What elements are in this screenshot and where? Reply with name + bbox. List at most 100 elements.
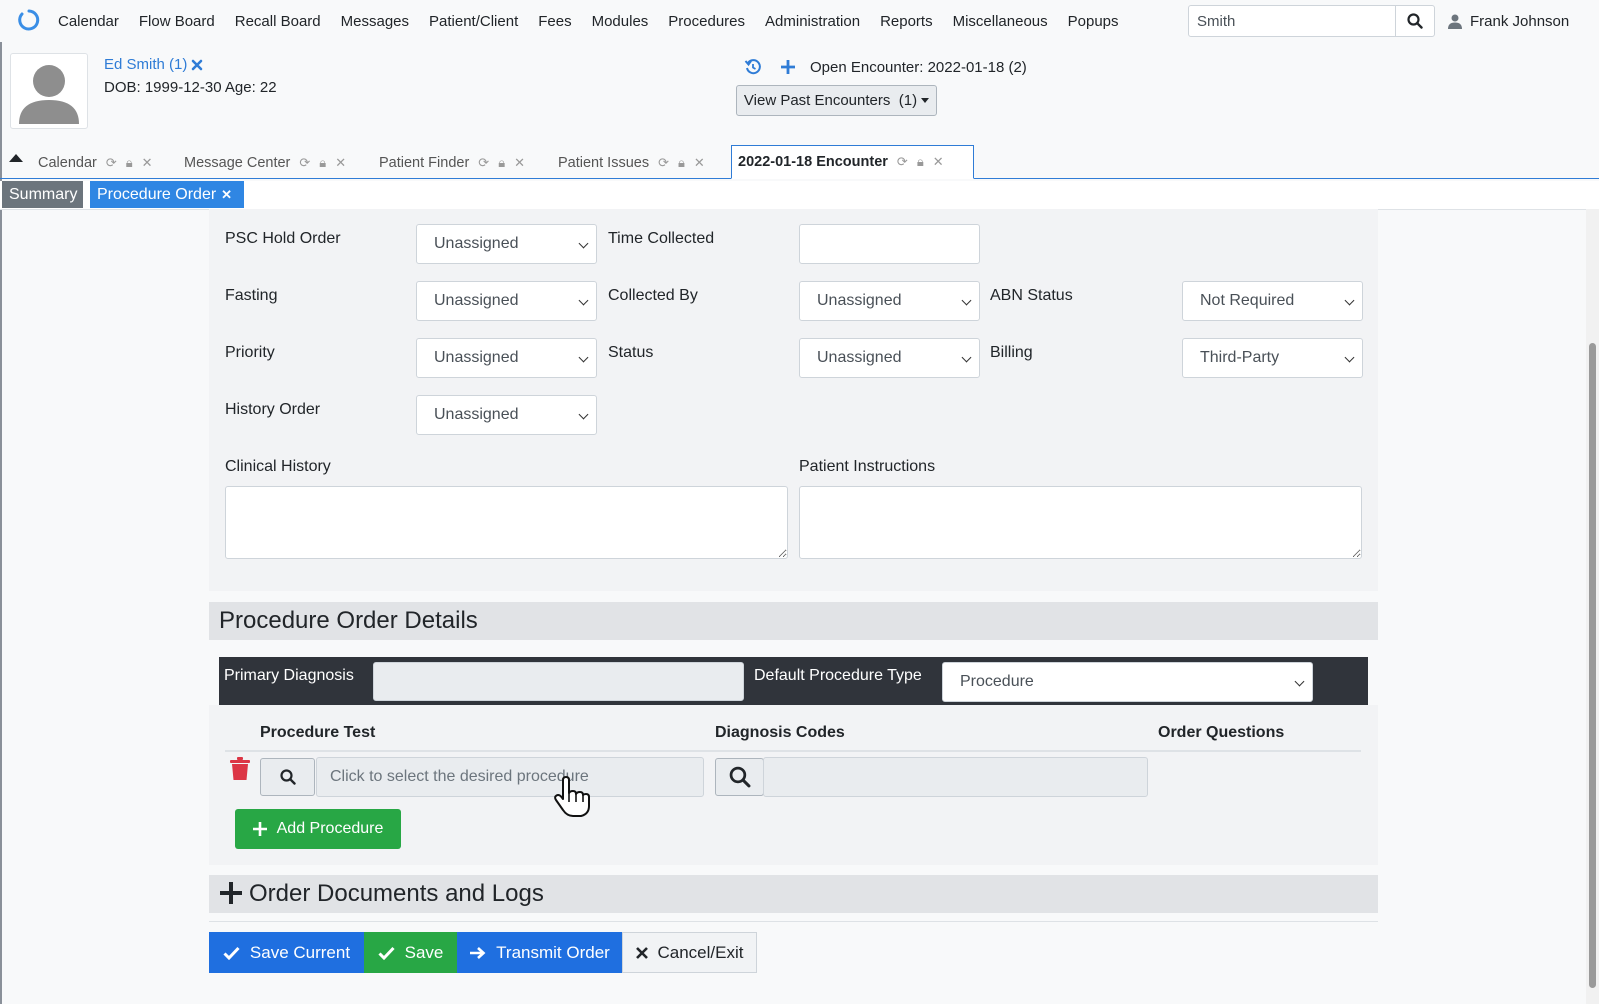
abn-status-select[interactable]: Not Required (1182, 281, 1363, 321)
time-collected-input[interactable] (799, 224, 980, 264)
refresh-icon[interactable]: ⟳ (897, 154, 908, 170)
lock-icon[interactable]: 🔒︎ (126, 155, 133, 171)
nav-popups[interactable]: Popups (1068, 13, 1119, 30)
transmit-order-label: Transmit Order (496, 942, 610, 962)
top-navbar: Calendar Flow Board Recall Board Message… (0, 0, 1599, 42)
tab-patient-finder[interactable]: Patient Finder ⟳ 🔒︎ ✕ (379, 152, 525, 174)
nav-fees[interactable]: Fees (538, 13, 571, 30)
expand-plus-icon[interactable] (220, 882, 242, 904)
nav-miscellaneous[interactable]: Miscellaneous (953, 13, 1048, 30)
select-value: Unassigned (817, 349, 902, 366)
add-procedure-button[interactable]: Add Procedure (235, 809, 401, 849)
cancel-exit-button[interactable]: Cancel/Exit (622, 932, 757, 973)
tab-message-center[interactable]: Message Center ⟳ 🔒︎ ✕ (184, 152, 346, 174)
patient-instructions-label: Patient Instructions (799, 458, 936, 475)
patient-search-input[interactable] (1189, 6, 1396, 36)
save-button[interactable]: Save (364, 932, 457, 973)
patient-name-link[interactable]: Ed Smith (1) (104, 56, 203, 73)
close-icon[interactable]: ✕ (933, 154, 944, 170)
fasting-select[interactable]: Unassigned (416, 281, 597, 321)
refresh-icon[interactable]: ⟳ (299, 155, 310, 171)
view-past-encounters-button[interactable]: View Past Encounters (1) (736, 85, 937, 116)
tab-encounter[interactable]: 2022-01-18 Encounter ⟳ 🔒︎ ✕ (731, 145, 974, 179)
priority-select[interactable]: Unassigned (416, 338, 597, 378)
check-icon (223, 946, 240, 960)
select-value: Unassigned (434, 406, 519, 423)
user-name: Frank Johnson (1470, 12, 1570, 30)
close-patient-icon[interactable] (191, 59, 203, 71)
primary-diagnosis-input[interactable] (373, 662, 744, 701)
history-icon[interactable] (744, 58, 762, 76)
chevron-down-icon (578, 409, 589, 420)
close-subtab-icon[interactable]: ✕ (221, 187, 232, 203)
close-icon[interactable]: ✕ (694, 155, 705, 171)
procedure-order-details-title: Procedure Order Details (219, 607, 478, 634)
nav-recall-board[interactable]: Recall Board (235, 13, 321, 30)
patient-instructions-textarea[interactable] (799, 486, 1362, 559)
nav-calendar[interactable]: Calendar (58, 13, 119, 30)
refresh-icon[interactable]: ⟳ (658, 155, 669, 171)
close-icon[interactable]: ✕ (514, 155, 525, 171)
diagnosis-codes-input[interactable] (763, 757, 1148, 797)
nav-reports[interactable]: Reports (880, 13, 933, 30)
table-header-divider (225, 750, 1361, 752)
plus-icon (252, 822, 267, 836)
default-procedure-type-select[interactable]: Procedure (942, 662, 1313, 702)
psc-hold-order-select[interactable]: Unassigned (416, 224, 597, 264)
lock-icon[interactable]: 🔒︎ (917, 154, 924, 170)
tab-patient-issues[interactable]: Patient Issues ⟳ 🔒︎ ✕ (558, 152, 705, 174)
diagnosis-search-button[interactable] (715, 758, 764, 796)
nav-procedures[interactable]: Procedures (668, 13, 745, 30)
chevron-down-icon (1344, 295, 1355, 306)
patient-search-button[interactable] (1395, 6, 1434, 36)
lock-icon[interactable]: 🔒︎ (319, 155, 326, 171)
nav-modules[interactable]: Modules (592, 13, 649, 30)
close-icon[interactable]: ✕ (335, 155, 346, 171)
nav-messages[interactable]: Messages (341, 13, 409, 30)
trash-icon[interactable] (229, 757, 251, 781)
nav-administration[interactable]: Administration (765, 13, 860, 30)
search-icon (279, 769, 296, 785)
past-encounters-label: View Past Encounters (743, 92, 891, 109)
tab-calendar[interactable]: Calendar ⟳ 🔒︎ ✕ (38, 152, 153, 174)
page-scrollbar-thumb[interactable] (1589, 343, 1596, 988)
save-current-button[interactable]: Save Current (209, 932, 364, 973)
fasting-label: Fasting (225, 287, 278, 304)
new-encounter-plus-icon[interactable] (780, 59, 796, 75)
select-value: Unassigned (817, 292, 902, 309)
close-icon[interactable]: ✕ (142, 155, 153, 171)
chevron-down-icon (578, 238, 589, 249)
openemr-logo-icon[interactable] (16, 7, 42, 33)
chevron-down-icon (1344, 352, 1355, 363)
refresh-icon[interactable]: ⟳ (478, 155, 489, 171)
encounter-actions (744, 58, 796, 76)
collected-by-select[interactable]: Unassigned (799, 281, 980, 321)
collapse-header-icon[interactable] (9, 154, 23, 162)
nav-flow-board[interactable]: Flow Board (139, 13, 215, 30)
user-menu[interactable]: Frank Johnson (1448, 0, 1569, 42)
subtab-summary[interactable]: Summary (2, 181, 83, 208)
tab-label: Patient Issues (558, 155, 650, 171)
collected-by-label: Collected By (608, 287, 698, 304)
status-select[interactable]: Unassigned (799, 338, 980, 378)
procedure-test-input[interactable]: Click to select the desired procedure (316, 757, 704, 797)
lock-icon[interactable]: 🔒︎ (678, 155, 685, 171)
lock-icon[interactable]: 🔒︎ (498, 155, 505, 171)
tab-label: Calendar (38, 155, 97, 171)
nav-patient-client[interactable]: Patient/Client (429, 13, 518, 30)
procedure-search-button[interactable] (260, 758, 315, 796)
subtab-procedure-order[interactable]: Procedure Order ✕ (90, 181, 244, 208)
past-encounters-count: (1) (898, 92, 918, 109)
primary-diagnosis-label: Primary Diagnosis (224, 667, 354, 684)
refresh-icon[interactable]: ⟳ (106, 155, 117, 171)
col-order-questions: Order Questions (1158, 724, 1285, 741)
patient-avatar (10, 53, 88, 129)
clinical-history-textarea[interactable] (225, 486, 788, 559)
section-divider (209, 921, 1378, 922)
order-documents-title: Order Documents and Logs (249, 880, 544, 907)
select-value: Unassigned (434, 235, 519, 252)
clinical-history-label: Clinical History (225, 458, 331, 475)
billing-select[interactable]: Third-Party (1182, 338, 1363, 378)
transmit-order-button[interactable]: Transmit Order (457, 932, 622, 973)
history-order-select[interactable]: Unassigned (416, 395, 597, 435)
